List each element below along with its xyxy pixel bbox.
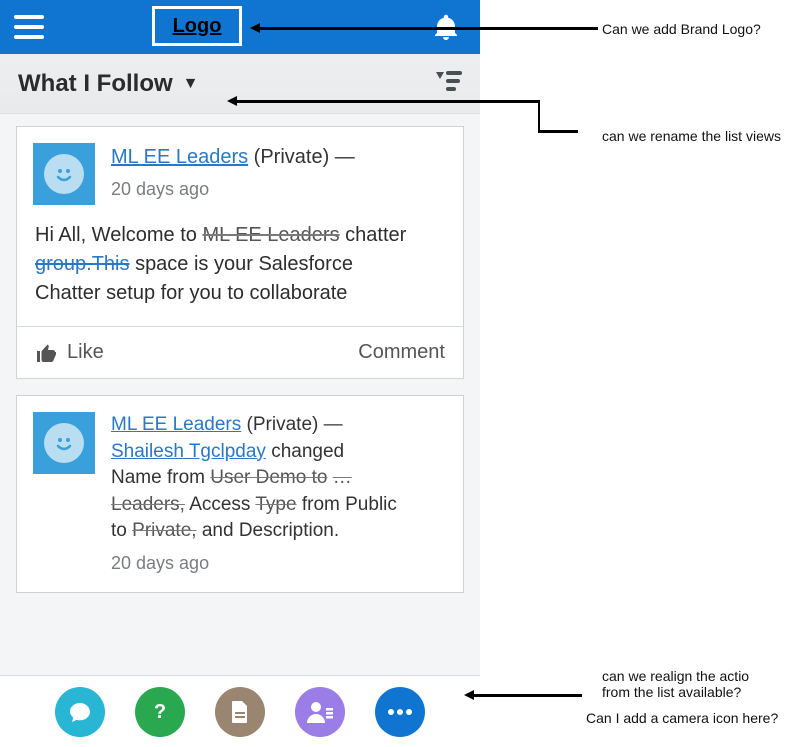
add-user-icon: [307, 701, 333, 723]
comment-button[interactable]: Comment: [358, 341, 445, 364]
feed: ML EE Leaders (Private) — 20 days ago Hi…: [0, 114, 480, 675]
list-view-header: What I Follow ▼: [0, 54, 480, 114]
like-button[interactable]: Like: [35, 341, 104, 364]
post-body: Hi All, Welcome to ML EE Leaders chatter…: [17, 221, 463, 326]
chat-button[interactable]: [55, 687, 105, 737]
thumbs-up-icon: [35, 342, 57, 364]
post-header: ML EE Leaders (Private) — 20 days ago: [17, 127, 463, 221]
document-icon: [229, 700, 251, 724]
action-bar: ?: [0, 675, 480, 747]
arrow-head-icon: [464, 690, 474, 700]
annotation-arrow: [235, 100, 540, 103]
sort-icon[interactable]: [434, 69, 462, 98]
logo-text: Logo: [173, 15, 222, 38]
smiley-icon: [44, 154, 84, 194]
post-header: ML EE Leaders (Private) — Shailesh Tgclp…: [17, 396, 463, 592]
menu-icon[interactable]: [14, 15, 44, 39]
privacy-label: (Private) —: [254, 146, 355, 168]
feed-post: ML EE Leaders (Private) — 20 days ago Hi…: [16, 126, 464, 379]
annotation-arrow: [538, 100, 540, 130]
group-link[interactable]: ML EE Leaders: [111, 146, 248, 168]
arrow-head-icon: [250, 23, 260, 33]
like-label: Like: [67, 341, 104, 364]
actor-link[interactable]: Shailesh Tgclpday: [111, 441, 266, 462]
annotation-text: Can I add a camera icon here?: [586, 710, 778, 726]
group-link[interactable]: ML EE Leaders: [111, 414, 241, 435]
help-button[interactable]: ?: [135, 687, 185, 737]
svg-text:?: ?: [154, 701, 166, 723]
avatar[interactable]: [33, 143, 95, 205]
annotation-arrow: [472, 694, 582, 697]
list-view-selector[interactable]: What I Follow ▼: [18, 70, 198, 98]
document-button[interactable]: [215, 687, 265, 737]
annotation-text: can we rename the list views: [602, 128, 781, 144]
post-meta: ML EE Leaders (Private) — Shailesh Tgclp…: [111, 412, 397, 576]
more-button[interactable]: [375, 687, 425, 737]
app-screen: Logo What I Follow ▼: [0, 0, 480, 747]
smiley-icon: [44, 423, 84, 463]
post-timestamp: 20 days ago: [111, 177, 355, 202]
annotation-arrow: [538, 130, 578, 133]
arrow-head-icon: [227, 96, 237, 106]
annotation-text: Can we add Brand Logo?: [602, 21, 761, 37]
post-actions: Like Comment: [17, 326, 463, 378]
post-meta: ML EE Leaders (Private) — 20 days ago: [111, 143, 355, 205]
add-user-button[interactable]: [295, 687, 345, 737]
question-icon: ?: [148, 700, 172, 724]
avatar[interactable]: [33, 412, 95, 474]
list-view-title-text: What I Follow: [18, 70, 173, 98]
chevron-down-icon: ▼: [183, 75, 199, 93]
more-icon: [387, 708, 413, 716]
annotation-text: from the list available?: [602, 684, 741, 700]
feed-post: ML EE Leaders (Private) — Shailesh Tgclp…: [16, 395, 464, 593]
logo-placeholder[interactable]: Logo: [152, 6, 242, 46]
post-timestamp: 20 days ago: [111, 551, 397, 576]
comment-label: Comment: [358, 341, 445, 363]
annotation-text: can we realign the actio: [602, 668, 749, 684]
chat-icon: [68, 700, 92, 724]
annotation-arrow: [258, 27, 598, 30]
privacy-label: (Private) —: [247, 414, 343, 435]
